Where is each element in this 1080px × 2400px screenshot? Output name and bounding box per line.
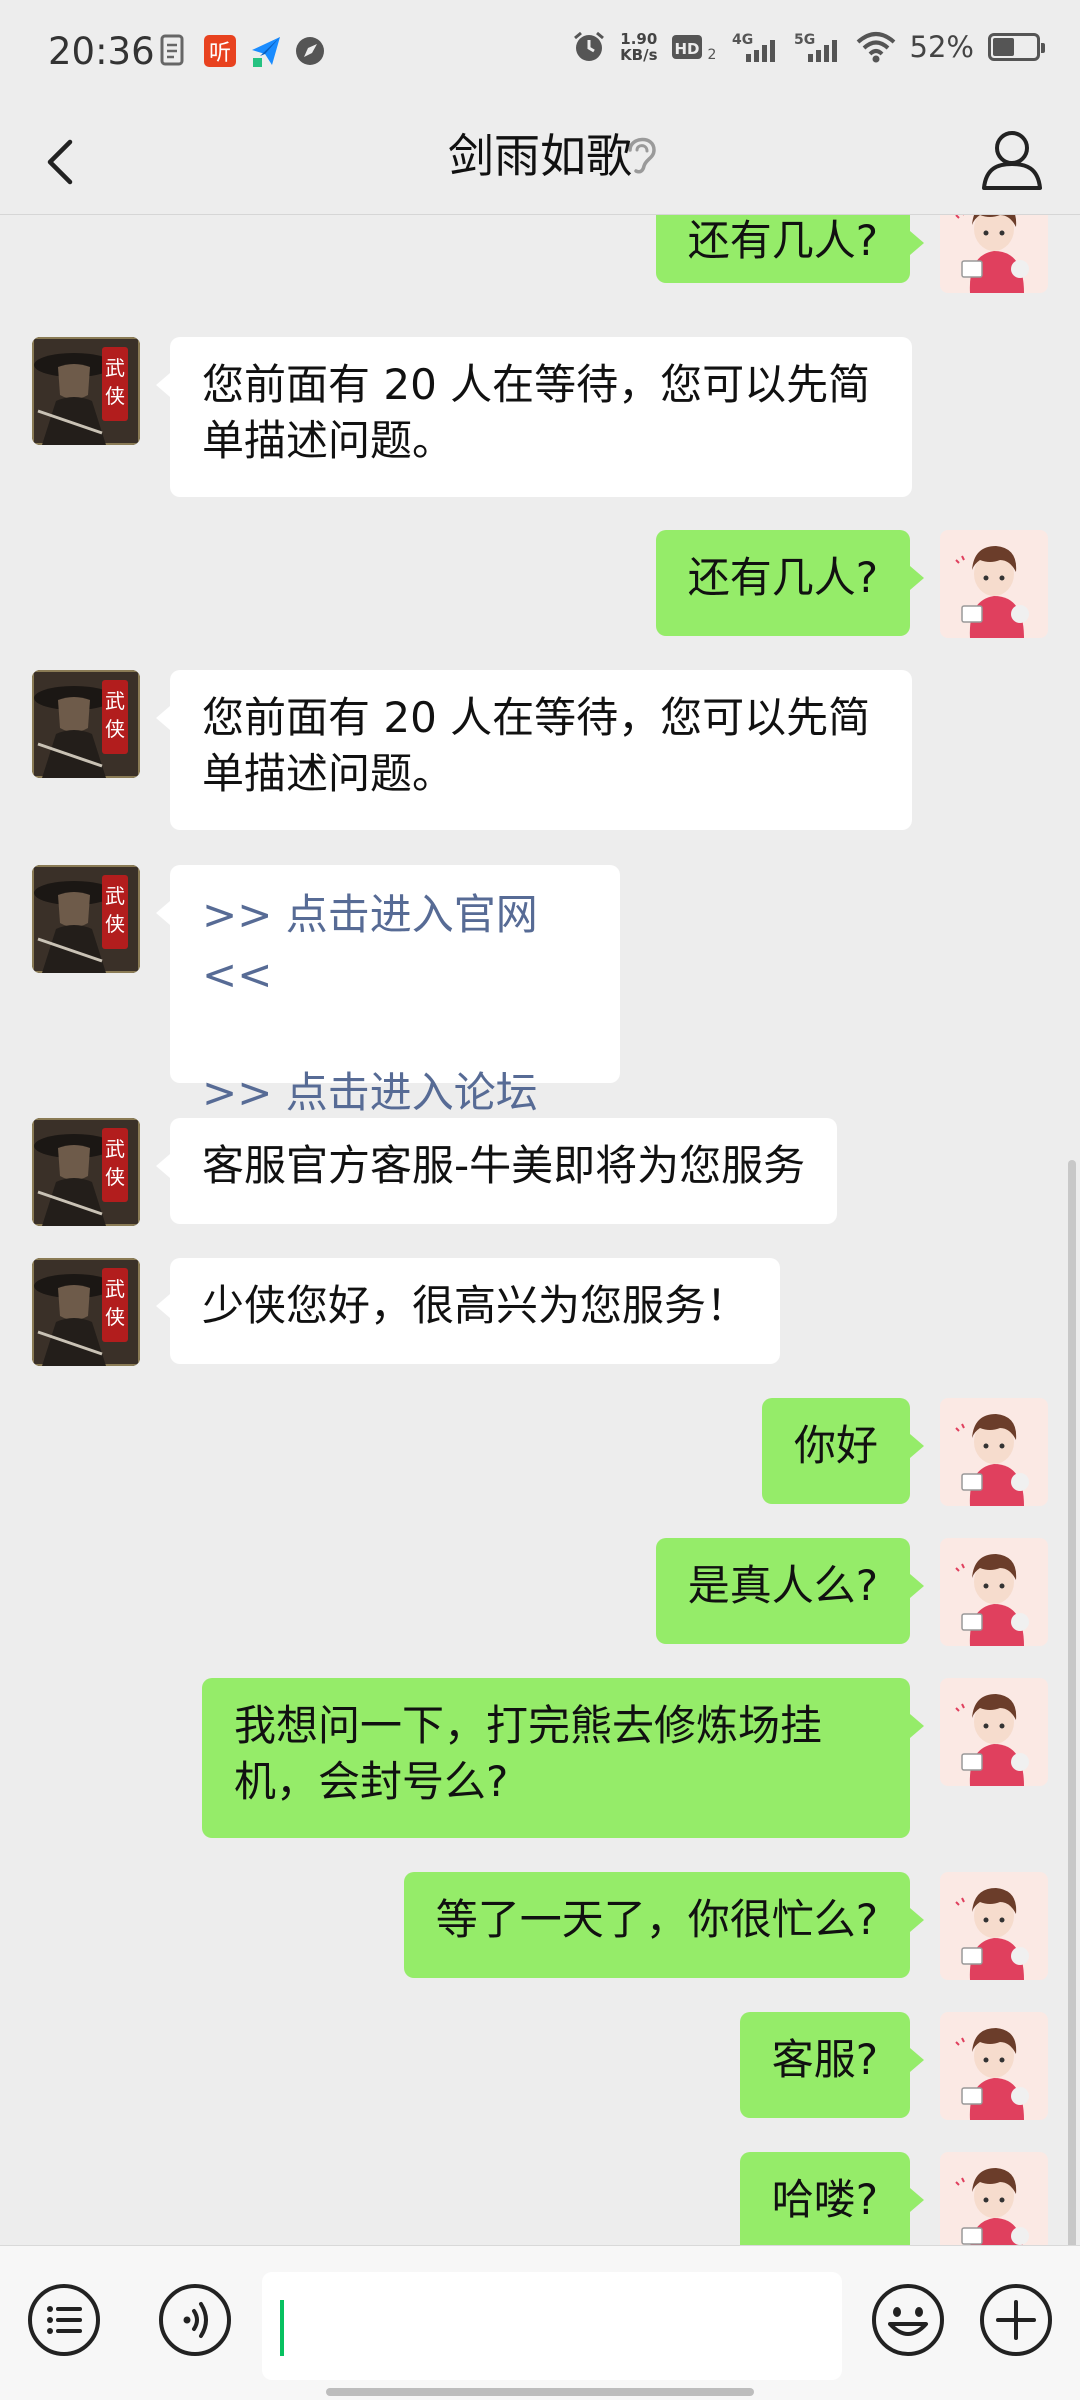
- sig1-label: 4G: [732, 32, 753, 48]
- user-avatar[interactable]: [940, 1538, 1048, 1646]
- message-bubble-received[interactable]: 您前面有 20 人在等待，您可以先简单描述问题。: [156, 670, 912, 830]
- svg-text:武: 武: [105, 884, 125, 908]
- battery-fill: [993, 38, 1014, 56]
- signal-4g-icon: 4G: [732, 32, 775, 62]
- message-bubble-sent[interactable]: 还有几人?: [655, 530, 925, 636]
- message-bubble-sent[interactable]: 哈喽?: [739, 2152, 925, 2245]
- message-input[interactable]: [262, 2272, 842, 2380]
- sig2-label: 5G: [794, 32, 815, 48]
- svg-text:侠: 侠: [105, 384, 125, 408]
- ting-app-icon: 听: [204, 35, 236, 67]
- title-bar: 剑雨如歌: [0, 104, 1080, 215]
- chat-title: 剑雨如歌: [448, 129, 632, 183]
- scrollbar-thumb[interactable]: [1068, 1160, 1076, 2245]
- paper-plane-icon: [252, 37, 280, 67]
- message-bubble-received[interactable]: 您前面有 20 人在等待，您可以先简单描述问题。: [156, 337, 912, 497]
- svg-text:武: 武: [105, 689, 125, 713]
- hd-label: HD: [674, 40, 699, 58]
- agent-avatar[interactable]: 武侠: [32, 865, 140, 973]
- message-bubble-sent[interactable]: 你好: [761, 1398, 925, 1504]
- svg-text:武: 武: [105, 1137, 125, 1161]
- user-avatar[interactable]: [940, 530, 1048, 638]
- agent-avatar[interactable]: 武侠: [32, 1258, 140, 1366]
- message-bubble-received[interactable]: 少侠您好，很高兴为您服务！: [155, 1258, 781, 1364]
- message-bubble-links: >> 点击进入官网 << >> 点击进入论坛 <<: [156, 865, 620, 1177]
- user-avatar[interactable]: [940, 215, 1048, 293]
- menu-list-icon[interactable]: [26, 2282, 102, 2358]
- alarm-icon: [574, 31, 605, 61]
- net-speed-unit: KB/s: [620, 46, 658, 64]
- input-bar: [0, 2245, 1080, 2400]
- agent-avatar[interactable]: 武侠: [32, 1118, 140, 1226]
- svg-text:侠: 侠: [105, 912, 125, 936]
- profile-icon[interactable]: [972, 120, 1052, 200]
- wifi-icon: [856, 32, 895, 63]
- hd-index: 2: [707, 47, 716, 63]
- message-bubble-sent[interactable]: 客服?: [739, 2012, 925, 2118]
- compass-icon: [296, 37, 324, 65]
- agent-avatar[interactable]: 武侠: [32, 670, 140, 778]
- chat-screen: 20:36 听 1.90 KB/s HD 2 4G 5G 52% 剑雨如歌 还有…: [0, 0, 1080, 2400]
- status-bar: 20:36 听 1.90 KB/s HD 2 4G 5G 52%: [0, 0, 1080, 104]
- user-avatar[interactable]: [940, 1872, 1048, 1980]
- message-bubble-received[interactable]: 客服官方客服-牛美即将为您服务: [155, 1118, 838, 1224]
- message-bubble-sent[interactable]: 我想问一下，打完熊去修炼场挂机，会封号么?: [202, 1678, 924, 1838]
- voice-icon[interactable]: [157, 2282, 233, 2358]
- agent-avatar[interactable]: 武侠: [32, 337, 140, 445]
- svg-text:武: 武: [105, 356, 125, 380]
- user-avatar[interactable]: [940, 1398, 1048, 1506]
- net-speed: 1.90 KB/s: [620, 31, 657, 63]
- ear-icon: [628, 137, 656, 174]
- net-speed-value: 1.90: [620, 30, 658, 48]
- text-cursor: [280, 2300, 284, 2356]
- chat-message-list[interactable]: 还有几人? 武侠 您前面有 20 人在等待，您可以先简单描述问题。 还有几人? …: [0, 215, 1080, 2245]
- svg-text:武: 武: [105, 1277, 125, 1301]
- svg-text:侠: 侠: [105, 1305, 125, 1329]
- signal-5g-icon: 5G: [794, 32, 837, 62]
- document-icon: [160, 34, 184, 66]
- battery-percent: 52%: [909, 30, 974, 64]
- svg-text:侠: 侠: [105, 1165, 125, 1189]
- status-time: 20:36: [48, 30, 155, 73]
- message-bubble-sent[interactable]: 等了一天了，你很忙么?: [403, 1872, 925, 1978]
- user-avatar[interactable]: [940, 1678, 1048, 1786]
- official-site-link[interactable]: >> 点击进入官网 <<: [202, 885, 588, 1005]
- home-indicator[interactable]: [326, 2388, 754, 2396]
- svg-text:侠: 侠: [105, 717, 125, 741]
- plus-icon[interactable]: [978, 2282, 1054, 2358]
- ting-label: 听: [209, 41, 231, 66]
- message-bubble-sent[interactable]: 还有几人?: [655, 215, 925, 283]
- message-bubble-sent[interactable]: 是真人么?: [655, 1538, 925, 1644]
- user-avatar[interactable]: [940, 2012, 1048, 2120]
- user-avatar[interactable]: [940, 2152, 1048, 2245]
- status-right: 1.90 KB/s HD 2 4G 5G 52%: [572, 30, 1045, 64]
- emoji-icon[interactable]: [870, 2282, 946, 2358]
- hd-icon: HD 2: [671, 35, 716, 63]
- battery-icon: [988, 33, 1045, 61]
